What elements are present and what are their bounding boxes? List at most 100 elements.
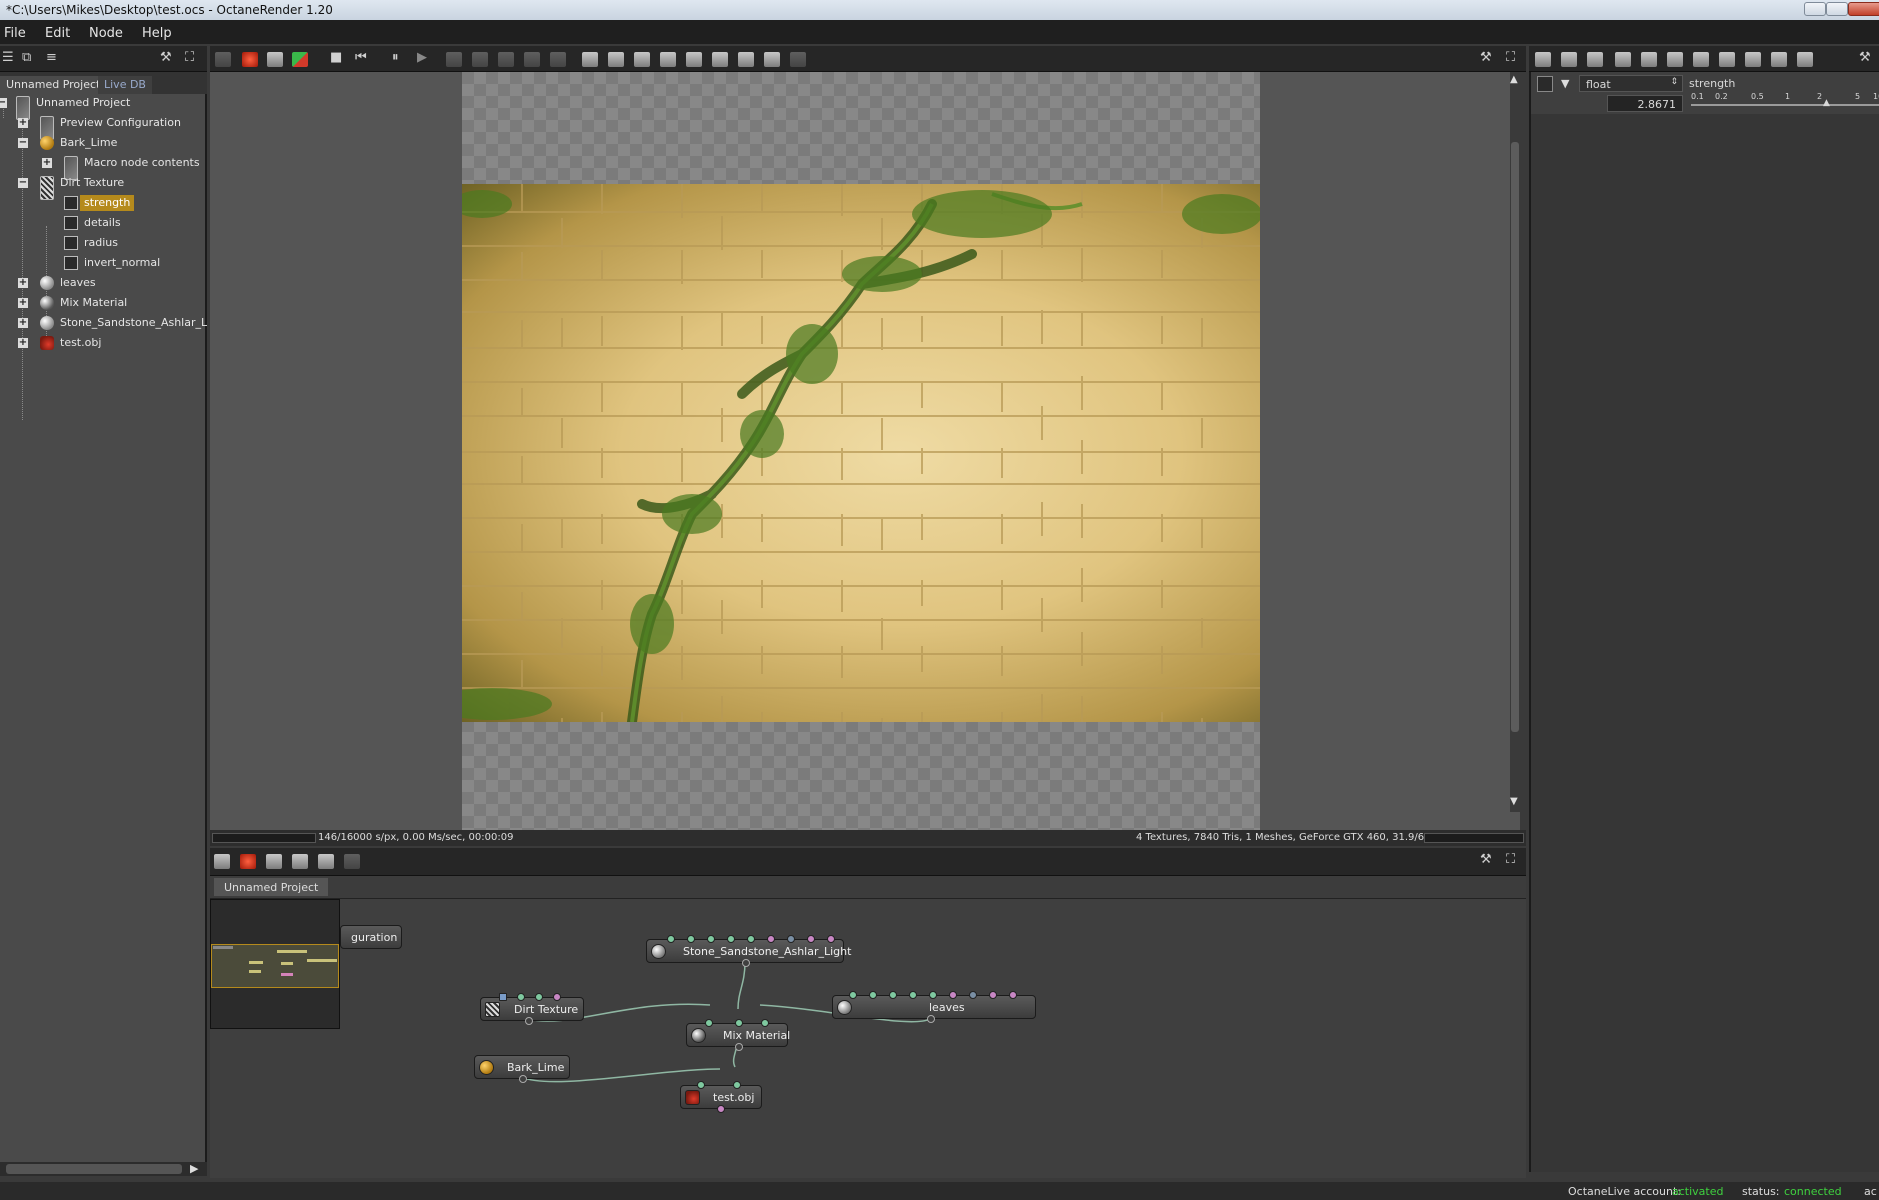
inspector-icon-7[interactable]: [1693, 52, 1709, 67]
node-arrange-icon[interactable]: [214, 854, 230, 869]
restart-icon[interactable]: ⏮: [355, 51, 367, 65]
tree-item-invert-normal[interactable]: invert_normal: [0, 254, 207, 272]
output-pin[interactable]: [927, 1015, 935, 1023]
zoom-icon[interactable]: [582, 52, 598, 67]
copy-icon[interactable]: ⧉: [22, 51, 31, 65]
tab-node-unnamed-project[interactable]: Unnamed Project: [214, 878, 329, 896]
slider-handle-icon[interactable]: ▲: [1823, 98, 1830, 108]
node-group-icon[interactable]: [266, 854, 282, 869]
tree-item-mix-material[interactable]: + Mix Material: [0, 294, 207, 312]
input-pin[interactable]: [499, 993, 507, 1001]
input-pin[interactable]: [969, 991, 977, 999]
wrench-icon[interactable]: ⚒: [160, 51, 172, 65]
inspector-icon-3[interactable]: [1587, 52, 1603, 67]
expand-toggle[interactable]: +: [18, 298, 28, 308]
tab-live-db[interactable]: Live DB: [98, 76, 152, 94]
save-render-icon[interactable]: [215, 52, 231, 67]
input-pin[interactable]: [697, 1081, 705, 1089]
inspector-wrench-icon[interactable]: ⚒: [1859, 51, 1871, 65]
strength-value-input[interactable]: 2.8671: [1607, 95, 1683, 112]
input-pin[interactable]: [687, 935, 695, 943]
node-ungroup-icon[interactable]: [292, 854, 308, 869]
input-pin[interactable]: [735, 1019, 743, 1027]
output-pin[interactable]: [525, 1017, 533, 1025]
minimap-viewport-frame[interactable]: [211, 944, 339, 988]
node-preview-configuration-partial[interactable]: guration: [340, 925, 402, 949]
scrollbar-thumb[interactable]: [1511, 142, 1519, 732]
play-icon[interactable]: ▶: [417, 51, 427, 65]
input-pin[interactable]: [807, 935, 815, 943]
input-pin[interactable]: [909, 991, 917, 999]
tab-unnamed-project[interactable]: Unnamed Project: [0, 76, 107, 94]
outline-icon[interactable]: ≡: [46, 51, 57, 65]
tree-item-bark-lime[interactable]: − Bark_Lime: [0, 134, 207, 152]
light-icon[interactable]: [738, 52, 754, 67]
menu-node[interactable]: Node: [89, 26, 123, 41]
node-link-icon[interactable]: [344, 854, 360, 869]
node-test-obj[interactable]: test.obj: [680, 1081, 762, 1113]
reset-camera-icon[interactable]: [524, 52, 540, 67]
input-pin[interactable]: [849, 991, 857, 999]
output-pin[interactable]: [519, 1075, 527, 1083]
realtime-icon[interactable]: [446, 52, 462, 67]
copy-image-icon[interactable]: [660, 52, 676, 67]
input-pin[interactable]: [869, 991, 877, 999]
material-cube-icon[interactable]: [292, 52, 308, 67]
node-wrench-icon[interactable]: ⚒: [1480, 853, 1492, 867]
viewport-fullscreen-icon[interactable]: ⛶: [1506, 51, 1515, 65]
node-refresh-icon[interactable]: [318, 854, 334, 869]
input-pin[interactable]: [949, 991, 957, 999]
lock-icon[interactable]: [790, 52, 806, 67]
tree-item-radius[interactable]: radius: [0, 234, 207, 252]
input-pin[interactable]: [1009, 991, 1017, 999]
viewport-vertical-scrollbar[interactable]: [1510, 72, 1520, 812]
tree-item-test-obj[interactable]: + test.obj: [0, 334, 207, 352]
type-select[interactable]: float ⇕: [1579, 75, 1683, 92]
input-pin[interactable]: [989, 991, 997, 999]
scroll-up-arrow[interactable]: ▲: [1510, 74, 1518, 85]
input-pin[interactable]: [767, 935, 775, 943]
tree-item-stone-sandstone[interactable]: + Stone_Sandstone_Ashlar_Light: [0, 314, 207, 332]
node-delete-icon[interactable]: [240, 854, 256, 869]
input-pin[interactable]: [761, 1019, 769, 1027]
inspector-icon-2[interactable]: [1561, 52, 1577, 67]
scene-list-icon[interactable]: ☰: [2, 51, 14, 65]
scroll-right-arrow[interactable]: ▶: [190, 1162, 198, 1175]
strength-slider[interactable]: 0.1 0.2 0.5 1 2 5 10 ▲: [1691, 92, 1879, 110]
tree-item-details[interactable]: details: [0, 214, 207, 232]
autofocus-icon[interactable]: [472, 52, 488, 67]
tree-item-unnamed-project[interactable]: − Unnamed Project: [0, 94, 207, 120]
inspector-icon-8[interactable]: [1719, 52, 1735, 67]
tree-item-macro-node-contents[interactable]: + Macro node contents: [0, 154, 207, 180]
input-pin[interactable]: [929, 991, 937, 999]
inspector-icon-10[interactable]: [1771, 52, 1787, 67]
input-pin[interactable]: [707, 935, 715, 943]
export-icon[interactable]: [686, 52, 702, 67]
material-picker-icon[interactable]: [712, 52, 728, 67]
node-bark-lime[interactable]: Bark_Lime: [474, 1055, 570, 1083]
viewport-wrench-icon[interactable]: ⚒: [1480, 51, 1492, 65]
input-pin[interactable]: [827, 935, 835, 943]
expand-arrow-icon[interactable]: ▼: [1561, 77, 1569, 90]
fullscreen-icon[interactable]: ⛶: [185, 51, 194, 65]
minimize-button[interactable]: [1804, 2, 1826, 16]
menu-edit[interactable]: Edit: [45, 26, 70, 41]
tree-item-preview-configuration[interactable]: + Preview Configuration: [0, 114, 207, 140]
input-pin[interactable]: [553, 993, 561, 1001]
node-fullscreen-icon[interactable]: ⛶: [1506, 853, 1515, 867]
collapse-toggle[interactable]: −: [18, 178, 28, 188]
expand-toggle[interactable]: +: [18, 338, 28, 348]
tree-item-dirt-texture[interactable]: − Dirt Texture: [0, 174, 207, 200]
scrollbar-thumb[interactable]: [6, 1164, 182, 1174]
menu-help[interactable]: Help: [142, 26, 172, 41]
input-pin[interactable]: [727, 935, 735, 943]
image-settings-icon[interactable]: [764, 52, 780, 67]
node-minimap[interactable]: [210, 899, 340, 1029]
render-target-icon[interactable]: [267, 52, 283, 67]
close-button[interactable]: [1848, 2, 1879, 16]
focus-picker-icon[interactable]: [634, 52, 650, 67]
output-pin[interactable]: [735, 1043, 743, 1051]
node-dirt-texture[interactable]: Dirt Texture: [480, 993, 584, 1025]
tree-item-strength[interactable]: strength: [0, 194, 207, 212]
inspector-icon-11[interactable]: [1797, 52, 1813, 67]
